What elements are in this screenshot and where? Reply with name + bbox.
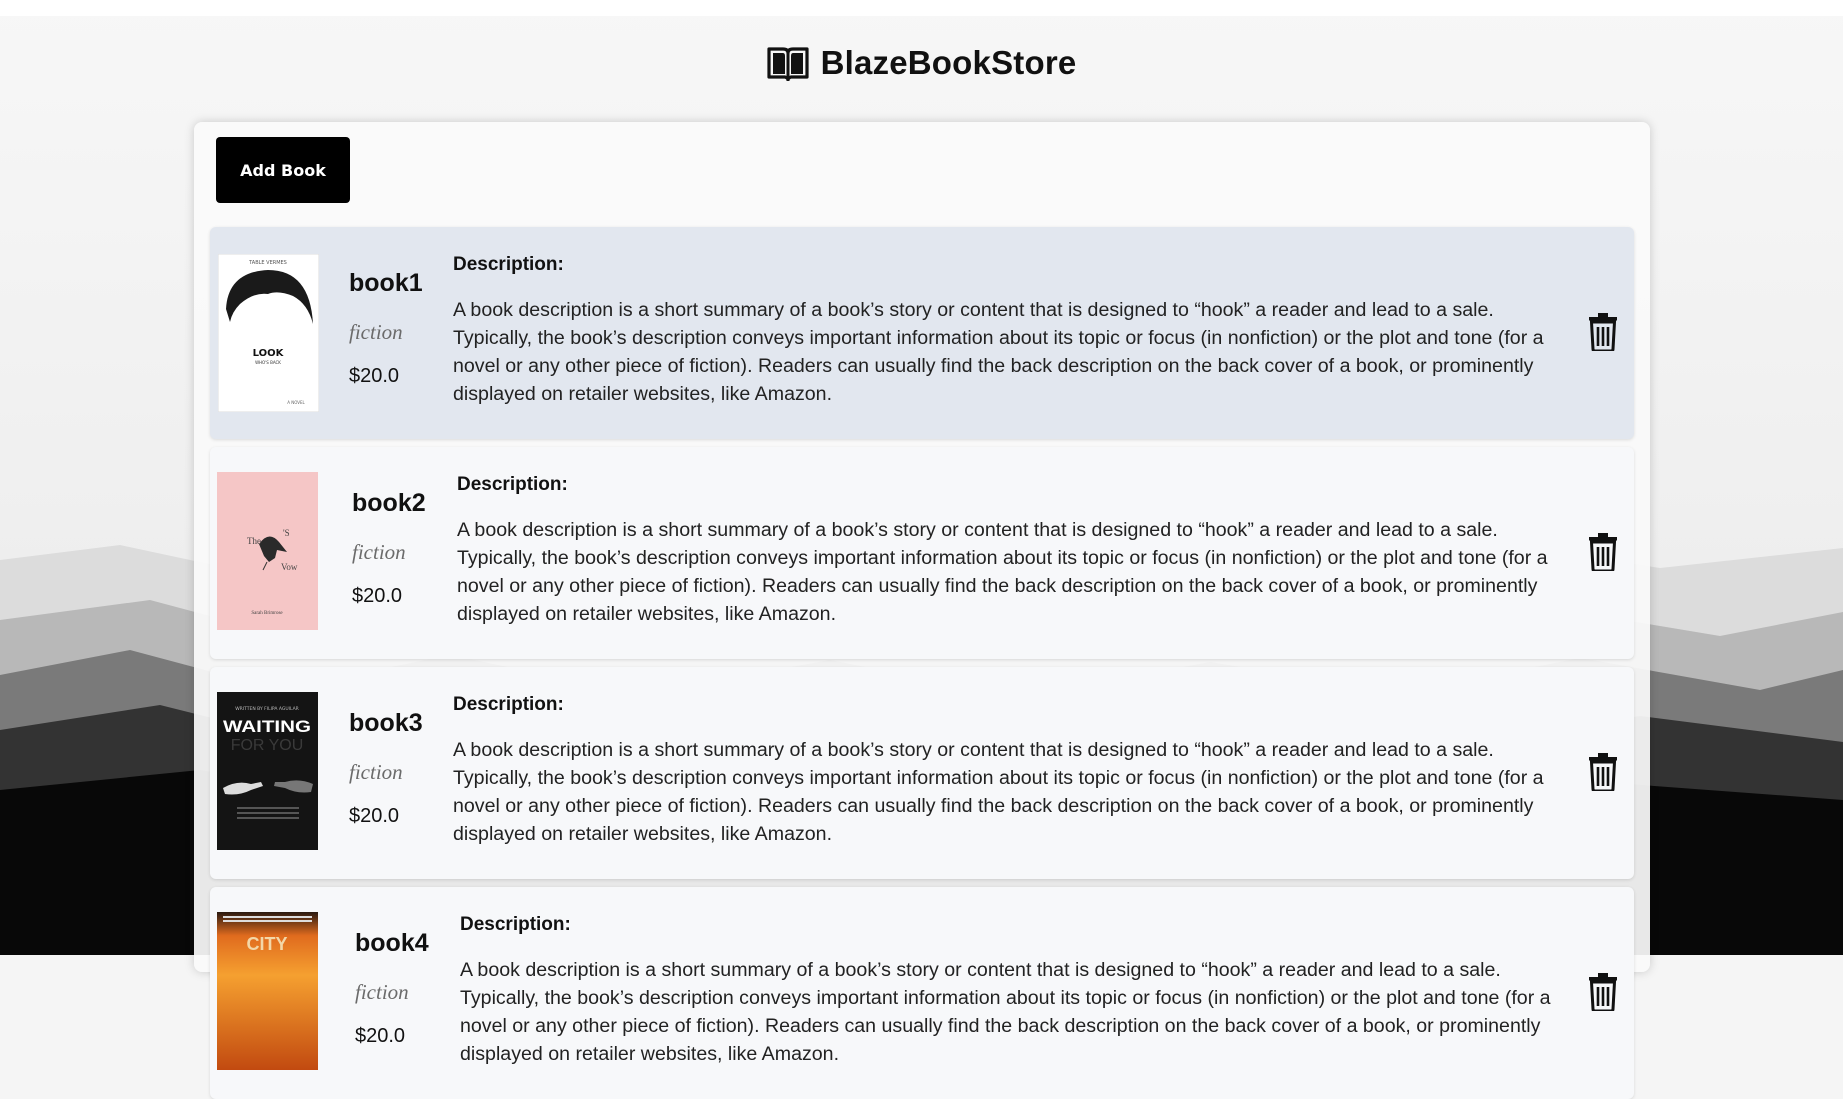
book-card[interactable]: The 'S Vow Sarah Brimrose book2 fiction … <box>210 447 1634 659</box>
book-name: book2 <box>352 489 426 517</box>
book-meta: book2 fiction $20.0 <box>352 489 472 608</box>
book-card[interactable]: WRITTEN BY FILIPA AGUILAR WAITING FOR YO… <box>210 667 1634 879</box>
book-genre: fiction <box>352 540 406 564</box>
book-genre: fiction <box>349 320 403 344</box>
book-name: book1 <box>349 269 423 297</box>
app-title: BlazeBookStore <box>820 44 1077 81</box>
book-genre: fiction <box>355 980 409 1004</box>
description-label: Description: <box>453 254 564 275</box>
book-cover-image: TABLE VERMES LOOK WHO'S BACK A NOVEL <box>218 254 319 412</box>
svg-text:WAITING: WAITING <box>223 717 311 736</box>
trash-icon[interactable] <box>1588 753 1618 791</box>
svg-text:The: The <box>247 536 261 546</box>
book-description: Description: A book description is a sho… <box>453 254 1578 408</box>
book-card[interactable]: CITY book4 fiction $20.0 Description: A … <box>210 887 1634 1099</box>
svg-text:CITY: CITY <box>246 934 287 954</box>
svg-text:A NOVEL: A NOVEL <box>287 400 305 405</box>
description-text: A book description is a short summary of… <box>453 299 1544 405</box>
svg-text:TABLE VERMES: TABLE VERMES <box>248 260 287 266</box>
book-price: $20.0 <box>355 1025 406 1047</box>
svg-text:WHO'S BACK: WHO'S BACK <box>255 360 281 365</box>
description-label: Description: <box>460 914 571 935</box>
top-strip <box>0 0 1843 16</box>
svg-text:'S: 'S <box>283 528 290 538</box>
book-genre: fiction <box>349 760 403 784</box>
description-text: A book description is a short summary of… <box>453 739 1544 845</box>
book-meta: book3 fiction $20.0 <box>349 709 469 828</box>
book-description: Description: A book description is a sho… <box>457 474 1582 628</box>
book-meta: book4 fiction $20.0 <box>355 929 475 1048</box>
add-book-button[interactable]: Add Book <box>216 137 350 203</box>
book-description: Description: A book description is a sho… <box>460 914 1585 1068</box>
svg-text:LOOK: LOOK <box>253 348 285 359</box>
description-text: A book description is a short summary of… <box>460 959 1551 1065</box>
app-header: BlazeBookStore <box>0 38 1843 88</box>
svg-text:WRITTEN BY FILIPA AGUILAR: WRITTEN BY FILIPA AGUILAR <box>235 706 299 712</box>
book-cover-image: WRITTEN BY FILIPA AGUILAR WAITING FOR YO… <box>217 692 318 850</box>
svg-text:FOR YOU: FOR YOU <box>231 737 304 754</box>
book-price: $20.0 <box>352 585 403 607</box>
trash-icon[interactable] <box>1588 533 1618 571</box>
book-card[interactable]: TABLE VERMES LOOK WHO'S BACK A NOVEL boo… <box>210 227 1634 439</box>
description-text: A book description is a short summary of… <box>457 519 1548 625</box>
svg-text:Sarah Brimrose: Sarah Brimrose <box>251 611 283 616</box>
open-book-icon <box>766 47 809 81</box>
book-description: Description: A book description is a sho… <box>453 694 1578 848</box>
book-list-panel: Add Book TABLE VERMES LOOK WHO'S BACK A … <box>194 122 1650 1099</box>
book-name: book4 <box>355 929 429 957</box>
description-label: Description: <box>457 474 568 495</box>
book-cover-image: The 'S Vow Sarah Brimrose <box>217 472 318 630</box>
trash-icon[interactable] <box>1588 973 1618 1011</box>
svg-text:Vow: Vow <box>281 562 298 572</box>
description-label: Description: <box>453 694 564 715</box>
book-meta: book1 fiction $20.0 <box>349 269 469 388</box>
book-price: $20.0 <box>349 365 400 387</box>
book-price: $20.0 <box>349 805 400 827</box>
book-name: book3 <box>349 709 423 737</box>
trash-icon[interactable] <box>1588 313 1618 351</box>
book-cover-image: CITY <box>217 912 318 1070</box>
